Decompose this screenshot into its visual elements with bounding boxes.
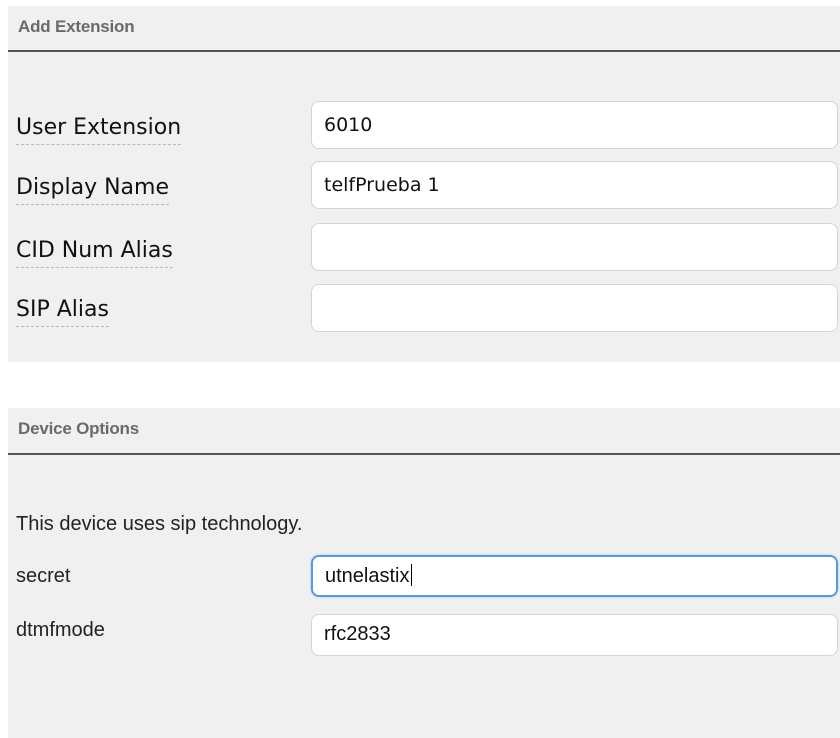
- secret-value: utnelastix: [325, 565, 410, 587]
- device-options-panel: Device Options This device uses sip tech…: [8, 408, 840, 738]
- user-extension-label: User Extension: [16, 114, 182, 145]
- device-technology-note: This device uses sip technology.: [16, 513, 303, 535]
- field-label-text: SIP Alias: [16, 296, 109, 327]
- sip-alias-input[interactable]: [311, 284, 838, 332]
- panel-divider: [8, 50, 840, 52]
- user-extension-input[interactable]: 6010: [311, 101, 838, 149]
- cid-num-alias-input[interactable]: [311, 223, 838, 271]
- field-label-text: User Extension: [16, 114, 182, 145]
- dtmfmode-label: dtmfmode: [16, 619, 105, 641]
- add-extension-panel: Add Extension User Extension 6010 Displa…: [8, 6, 840, 362]
- text-caret: [410, 564, 412, 586]
- input-value: telfPrueba 1: [324, 174, 440, 196]
- display-name-input[interactable]: telfPrueba 1: [311, 161, 838, 209]
- input-value: rfc2833: [324, 623, 391, 645]
- sip-alias-label: SIP Alias: [16, 296, 109, 327]
- secret-input[interactable]: utnelastix: [311, 555, 838, 597]
- dtmfmode-input[interactable]: rfc2833: [311, 614, 838, 656]
- input-value: utnelastix: [325, 564, 412, 587]
- panel-divider: [8, 453, 840, 455]
- panel-title: Add Extension: [18, 17, 135, 36]
- cid-num-alias-label: CID Num Alias: [16, 237, 173, 268]
- secret-label: secret: [16, 565, 71, 587]
- input-value: 6010: [324, 114, 373, 136]
- display-name-label: Display Name: [16, 174, 169, 205]
- panel-title: Device Options: [18, 419, 139, 438]
- field-label-text: Display Name: [16, 174, 169, 205]
- field-label-text: CID Num Alias: [16, 237, 173, 268]
